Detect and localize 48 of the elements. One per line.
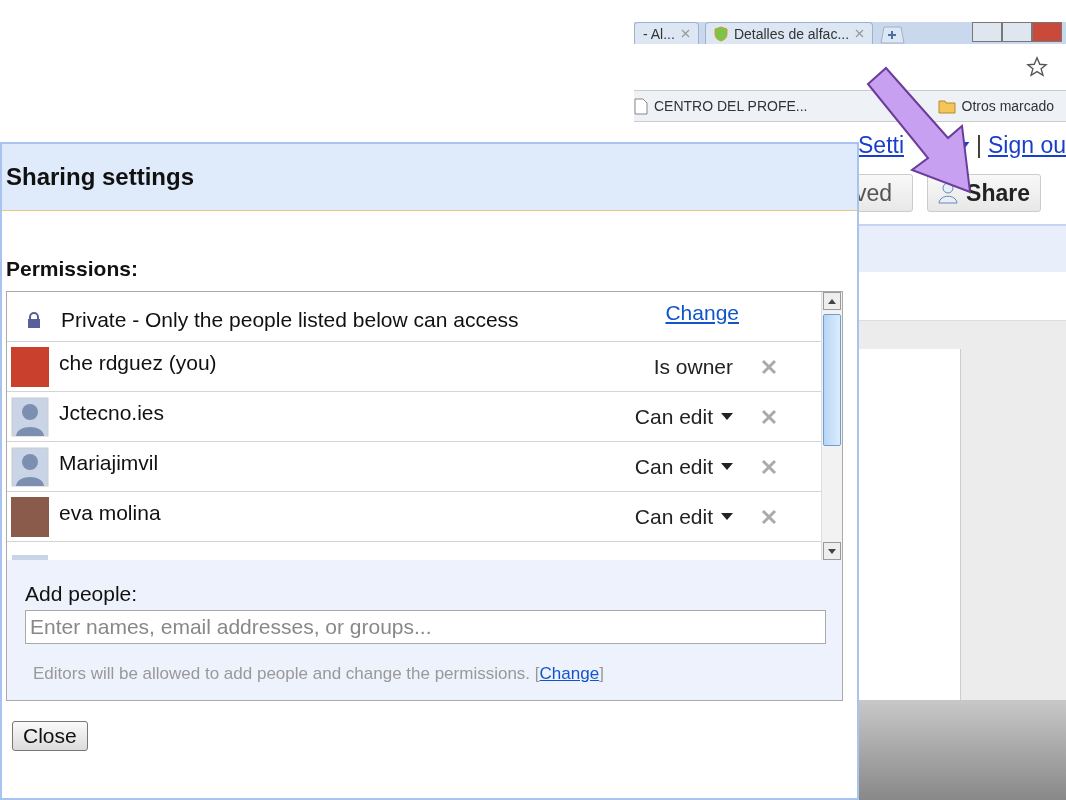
role-dropdown[interactable]: Can edit: [634, 404, 733, 429]
permissions-note: Editors will be allowed to add people and change the permissions. [Change]: [32, 663, 605, 684]
role-dropdown[interactable]: Can edit: [634, 504, 733, 529]
separator-text: |: [976, 131, 982, 159]
visibility-text: Private - Only the people listed below can access: [61, 307, 520, 332]
tab-title: Detalles de alfac...: [733, 25, 850, 42]
settings-link[interactable]: Setti: [858, 131, 905, 159]
remove-button[interactable]: [761, 508, 777, 525]
person-name: che rdguez (you): [59, 350, 218, 375]
caret-icon: [721, 413, 733, 420]
permissions-label: Permissions:: [6, 257, 139, 281]
down-triangle-icon: [828, 548, 836, 554]
person-name: eva molina: [59, 500, 162, 525]
remove-button[interactable]: [761, 358, 777, 375]
person-name: Jctecno.ies: [59, 400, 166, 425]
sign-out-link[interactable]: Sign ou: [988, 131, 1066, 159]
dialog-title: Sharing settings: [6, 163, 195, 191]
change-link[interactable]: Change: [665, 300, 739, 325]
maximize-button[interactable]: [1002, 22, 1032, 42]
close-button[interactable]: Close: [12, 721, 88, 751]
up-triangle-icon: [828, 298, 836, 304]
minimize-button[interactable]: [972, 22, 1002, 42]
scroll-down-button[interactable]: [823, 542, 841, 560]
remove-button[interactable]: [761, 458, 777, 475]
close-icon[interactable]: [855, 29, 865, 38]
role-dropdown[interactable]: Can edit: [634, 454, 733, 479]
bookmark[interactable]: Otros marcado: [937, 98, 1055, 114]
add-people-label: Add people:: [25, 582, 139, 606]
scroll-up-button[interactable]: [823, 292, 841, 310]
new-tab-icon[interactable]: [879, 26, 906, 44]
remove-button[interactable]: [761, 408, 777, 425]
lock-icon: [27, 311, 41, 328]
shield-icon: [713, 25, 728, 42]
star-icon[interactable]: [1026, 56, 1048, 78]
caret-icon: [721, 463, 733, 470]
bookmark[interactable]: CENTRO DEL PROFE...: [634, 97, 808, 115]
close-icon[interactable]: [680, 29, 690, 38]
caret-icon: [721, 513, 733, 520]
browser-tab[interactable]: - Al...: [634, 22, 699, 44]
tab-title: - Al...: [643, 25, 675, 42]
person-name: Mariajimvil: [59, 450, 160, 475]
add-people-field[interactable]: Enter names, email addresses, or groups...: [25, 610, 826, 644]
browser-tab[interactable]: Detalles de alfac...: [704, 22, 874, 44]
scrollbar[interactable]: [821, 292, 842, 560]
page-icon: [634, 97, 648, 115]
folder-icon: [937, 98, 956, 114]
change-link[interactable]: Change: [539, 664, 600, 683]
role-text: Is owner: [653, 354, 733, 379]
